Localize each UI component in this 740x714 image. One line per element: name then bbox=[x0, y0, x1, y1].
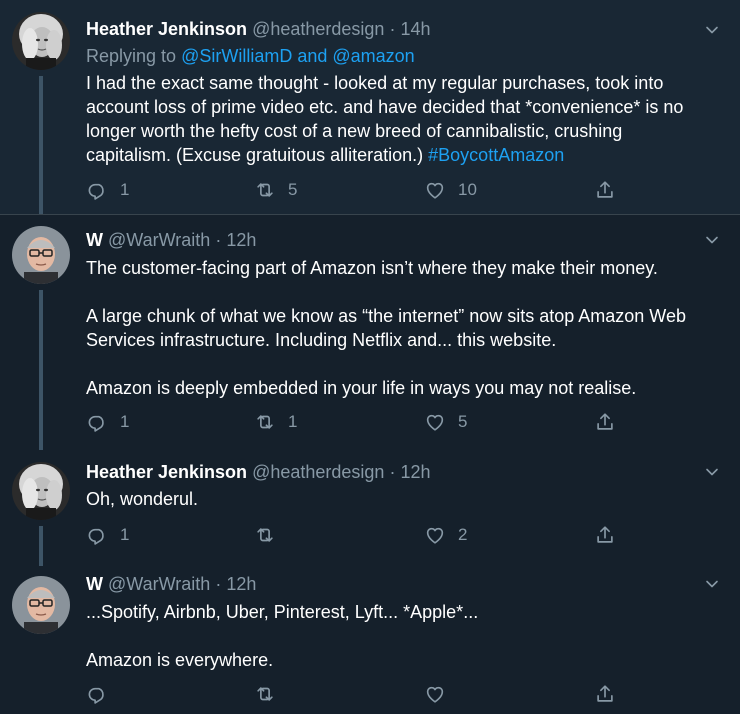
retweet-count: 5 bbox=[288, 180, 298, 199]
chevron-down-icon[interactable] bbox=[704, 22, 720, 38]
text-line: ...Spotify, Airbnb, Uber, Pinterest, Lyf… bbox=[86, 602, 479, 622]
tweet[interactable]: W @WarWraith · 12h The customer-facing p… bbox=[0, 214, 740, 450]
reply-button[interactable] bbox=[86, 682, 120, 706]
timestamp[interactable]: 12h bbox=[226, 230, 256, 250]
text-line: Amazon is everywhere. bbox=[86, 650, 274, 670]
tweet-actions: 1 1 5 bbox=[86, 410, 626, 434]
separator: · bbox=[389, 462, 396, 482]
reply-button[interactable]: 1 bbox=[86, 523, 129, 547]
share-button[interactable] bbox=[594, 178, 616, 202]
chevron-down-icon[interactable] bbox=[704, 464, 720, 480]
tweet-actions bbox=[86, 682, 626, 706]
avatar[interactable] bbox=[12, 12, 70, 70]
retweet-button[interactable] bbox=[254, 523, 288, 547]
tweet[interactable]: Heather Jenkinson @heatherdesign · 14h R… bbox=[0, 0, 740, 214]
share-button[interactable] bbox=[594, 410, 616, 434]
reply-button[interactable]: 1 bbox=[86, 410, 129, 434]
share-button[interactable] bbox=[594, 523, 616, 547]
retweet-button[interactable]: 5 bbox=[254, 178, 297, 202]
chevron-down-icon[interactable] bbox=[704, 576, 720, 592]
display-name[interactable]: Heather Jenkinson bbox=[86, 462, 247, 482]
user-handle[interactable]: @WarWraith bbox=[108, 230, 210, 250]
reply-icon bbox=[86, 411, 108, 433]
share-icon bbox=[594, 524, 616, 546]
replying-to-prefix: Replying to bbox=[86, 46, 177, 66]
tweet-text: The customer-facing part of Amazon isn’t… bbox=[86, 256, 726, 400]
separator: · bbox=[389, 19, 396, 39]
avatar[interactable] bbox=[12, 576, 70, 634]
reply-icon bbox=[86, 179, 108, 201]
like-count: 2 bbox=[458, 525, 468, 544]
replying-to-users-link[interactable]: @SirWilliamD and @amazon bbox=[181, 46, 415, 66]
display-name[interactable]: W bbox=[86, 574, 103, 594]
text-line: A large chunk of what we know as “the in… bbox=[86, 306, 686, 326]
reply-icon bbox=[86, 524, 108, 546]
tweet-header: W @WarWraith · 12h bbox=[86, 228, 700, 252]
user-handle[interactable]: @WarWraith bbox=[108, 574, 210, 594]
tweet[interactable]: Heather Jenkinson @heatherdesign · 12h O… bbox=[0, 450, 740, 566]
tweet-text: Oh, wonderul. bbox=[86, 487, 726, 511]
like-count: 5 bbox=[458, 412, 468, 431]
retweet-icon bbox=[254, 179, 276, 201]
text-line: I had the exact same thought - looked at… bbox=[86, 73, 664, 93]
reply-count: 1 bbox=[120, 525, 130, 544]
tweet-actions: 1 2 bbox=[86, 523, 626, 547]
text-line: account loss of prime video etc. and hav… bbox=[86, 97, 684, 117]
text-line: longer worth the hefty cost of a new bre… bbox=[86, 121, 623, 141]
like-button[interactable] bbox=[424, 682, 458, 706]
text-fragment: capitalism. (Excuse gratuitous alliterat… bbox=[86, 145, 424, 165]
retweet-button[interactable] bbox=[254, 682, 288, 706]
like-button[interactable]: 10 bbox=[424, 178, 477, 202]
reply-button[interactable]: 1 bbox=[86, 178, 129, 202]
timestamp[interactable]: 12h bbox=[400, 462, 430, 482]
display-name[interactable]: W bbox=[86, 230, 103, 250]
text-line: The customer-facing part of Amazon isn’t… bbox=[86, 258, 658, 278]
avatar[interactable] bbox=[12, 226, 70, 284]
thread-line bbox=[39, 526, 43, 566]
like-count: 10 bbox=[458, 180, 477, 199]
retweet-icon bbox=[254, 411, 276, 433]
timestamp[interactable]: 14h bbox=[400, 19, 430, 39]
like-button[interactable]: 5 bbox=[424, 410, 467, 434]
replying-to: Replying to @SirWilliamD and @amazon bbox=[86, 44, 415, 68]
tweet-actions: 1 5 10 bbox=[86, 178, 626, 202]
share-button[interactable] bbox=[594, 682, 616, 706]
thread-line bbox=[39, 290, 43, 450]
share-icon bbox=[594, 179, 616, 201]
reply-count: 1 bbox=[120, 180, 130, 199]
like-button[interactable]: 2 bbox=[424, 523, 467, 547]
chevron-down-icon[interactable] bbox=[704, 232, 720, 248]
user-handle[interactable]: @heatherdesign bbox=[252, 19, 384, 39]
share-icon bbox=[594, 683, 616, 705]
separator: · bbox=[215, 574, 222, 594]
display-name[interactable]: Heather Jenkinson bbox=[86, 19, 247, 39]
user-handle[interactable]: @heatherdesign bbox=[252, 462, 384, 482]
separator: · bbox=[215, 230, 222, 250]
tweet-header: Heather Jenkinson @heatherdesign · 14h bbox=[86, 17, 700, 41]
text-line: Amazon is deeply embedded in your life i… bbox=[86, 378, 637, 398]
reply-icon bbox=[86, 683, 108, 705]
tweet-header: W @WarWraith · 12h bbox=[86, 572, 700, 596]
thread-line bbox=[39, 76, 43, 214]
tweet-header: Heather Jenkinson @heatherdesign · 12h bbox=[86, 460, 700, 484]
text-line: Services infrastructure. Including Netfl… bbox=[86, 330, 557, 350]
tweet-text: ...Spotify, Airbnb, Uber, Pinterest, Lyf… bbox=[86, 600, 726, 672]
tweet-text: I had the exact same thought - looked at… bbox=[86, 71, 726, 167]
text-line: capitalism. (Excuse gratuitous alliterat… bbox=[86, 143, 726, 167]
text-line: Oh, wonderul. bbox=[86, 489, 199, 509]
timestamp[interactable]: 12h bbox=[226, 574, 256, 594]
share-icon bbox=[594, 411, 616, 433]
like-icon bbox=[424, 683, 446, 705]
like-icon bbox=[424, 411, 446, 433]
retweet-icon bbox=[254, 524, 276, 546]
retweet-count: 1 bbox=[288, 412, 298, 431]
reply-count: 1 bbox=[120, 412, 130, 431]
like-icon bbox=[424, 179, 446, 201]
retweet-icon bbox=[254, 683, 276, 705]
tweet[interactable]: W @WarWraith · 12h ...Spotify, Airbnb, U… bbox=[0, 566, 740, 714]
avatar[interactable] bbox=[12, 462, 70, 520]
like-icon bbox=[424, 524, 446, 546]
hashtag-link[interactable]: #BoycottAmazon bbox=[428, 145, 564, 165]
retweet-button[interactable]: 1 bbox=[254, 410, 297, 434]
